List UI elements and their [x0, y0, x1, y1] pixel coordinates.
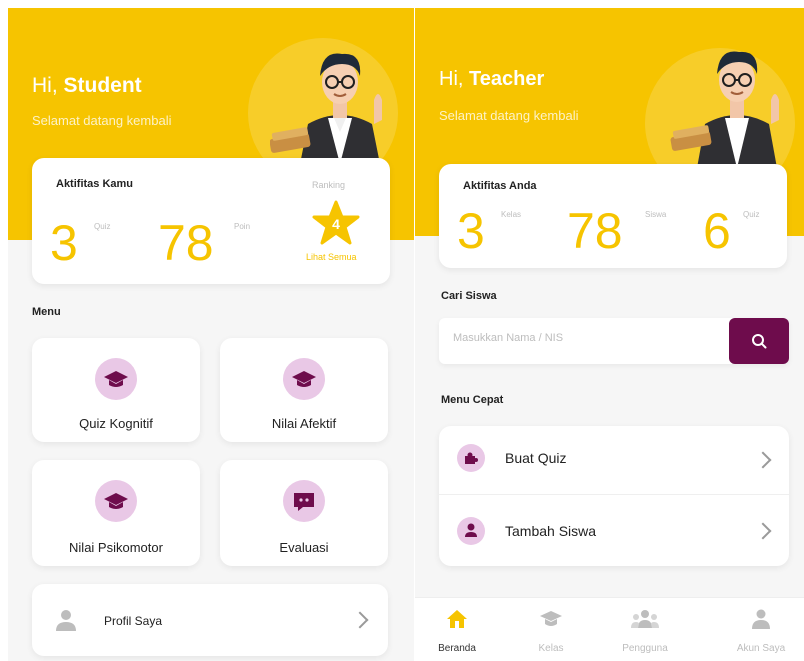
class-count: 3 [457, 203, 485, 259]
nav-item-akun-saya[interactable]: Akun Saya [721, 606, 801, 656]
graduation-cap-icon [95, 480, 137, 522]
menu-tile-label: Nilai Afektif [271, 416, 337, 431]
student-greeting: Hi, Student [32, 74, 142, 97]
search-button[interactable] [729, 318, 789, 364]
menu-tile-label: Nilai Psikomotor [69, 540, 163, 555]
nav-label: Pengguna [622, 643, 668, 654]
graduation-cap-icon [540, 611, 562, 626]
home-icon [447, 610, 467, 628]
account-icon [752, 609, 770, 629]
search-box [439, 318, 789, 364]
menu-tile-quiz-kognitif[interactable]: Quiz Kognitif [32, 338, 200, 442]
points-count: 78 [158, 215, 214, 271]
student-count: 78 [567, 203, 623, 259]
teacher-quiz-count: 6 [703, 203, 731, 259]
activity-title: Aktifitas Kamu [56, 178, 134, 190]
menu-tile-label: Quiz Kognitif [79, 416, 153, 431]
quick-menu-card: Buat Quiz Tambah Siswa [439, 426, 789, 566]
chevron-right-icon [351, 611, 369, 629]
student-mascot-illustration [270, 53, 382, 164]
see-all-link[interactable]: Lihat Semua [306, 252, 357, 262]
student-subtitle: Selamat datang kembali [32, 113, 172, 128]
menu-tile-nilai-afektif[interactable]: Nilai Afektif [220, 338, 388, 442]
graduation-cap-icon [95, 358, 137, 400]
teacher-mascot-illustration [670, 51, 779, 168]
nav-label: Kelas [538, 643, 564, 654]
points-unit: Poin [234, 222, 251, 231]
teacher-quiz-unit: Quiz [743, 210, 760, 219]
profile-row[interactable]: Profil Saya [32, 584, 388, 656]
graduation-cap-icon [283, 358, 325, 400]
activity-title: Aktifitas Anda [463, 180, 537, 192]
menu-tile-label: Evaluasi [279, 540, 329, 555]
teacher-home-screen: Hi, Teacher Selamat datang kembali Aktif… [415, 8, 804, 661]
nav-item-kelas[interactable]: Kelas [511, 606, 591, 656]
teacher-subtitle: Selamat datang kembali [439, 108, 579, 123]
nav-item-beranda[interactable]: Beranda [417, 606, 497, 656]
quick-item-tambah-siswa[interactable]: Tambah Siswa [439, 495, 789, 565]
ranking-value: 4 [332, 216, 340, 232]
student-unit: Siswa [645, 210, 667, 219]
teacher-activity-card: Aktifitas Anda 3 Kelas 78 Siswa 6 Quiz [439, 164, 787, 268]
teacher-greeting: Hi, Teacher [439, 68, 545, 90]
quick-item-label: Buat Quiz [505, 450, 567, 466]
chevron-right-icon [754, 522, 772, 540]
search-section-title: Cari Siswa [441, 290, 497, 302]
quick-menu-title: Menu Cepat [441, 394, 504, 406]
ranking-label: Ranking [312, 180, 346, 190]
chat-icon [283, 480, 325, 522]
nav-item-pengguna[interactable]: Pengguna [605, 606, 685, 656]
class-unit: Kelas [501, 210, 522, 219]
user-icon [56, 610, 76, 631]
quick-item-buat-quiz[interactable]: Buat Quiz [439, 426, 789, 494]
menu-tile-evaluasi[interactable]: Evaluasi [220, 460, 388, 566]
search-icon [752, 334, 767, 349]
profile-label: Profil Saya [104, 614, 163, 628]
nav-label: Beranda [438, 643, 476, 654]
menu-section-title: Menu [32, 306, 61, 318]
search-input[interactable] [453, 332, 713, 344]
quiz-count: 3 [50, 215, 78, 271]
nav-label: Akun Saya [736, 643, 786, 654]
student-home-screen: Hi, Student Selamat datang kembali Aktif… [8, 8, 414, 661]
quiz-unit: Quiz [94, 222, 111, 231]
users-icon [631, 610, 659, 628]
user-icon [457, 517, 485, 545]
quick-item-label: Tambah Siswa [505, 523, 597, 539]
menu-tile-nilai-psikomotor[interactable]: Nilai Psikomotor [32, 460, 200, 566]
bottom-nav: Beranda Kelas Pengguna Akun Saya [415, 597, 804, 661]
student-activity-card: Aktifitas Kamu 3 Quiz 78 Poin Ranking 4 … [32, 158, 390, 284]
puzzle-icon [457, 444, 485, 472]
chevron-right-icon [754, 451, 772, 469]
